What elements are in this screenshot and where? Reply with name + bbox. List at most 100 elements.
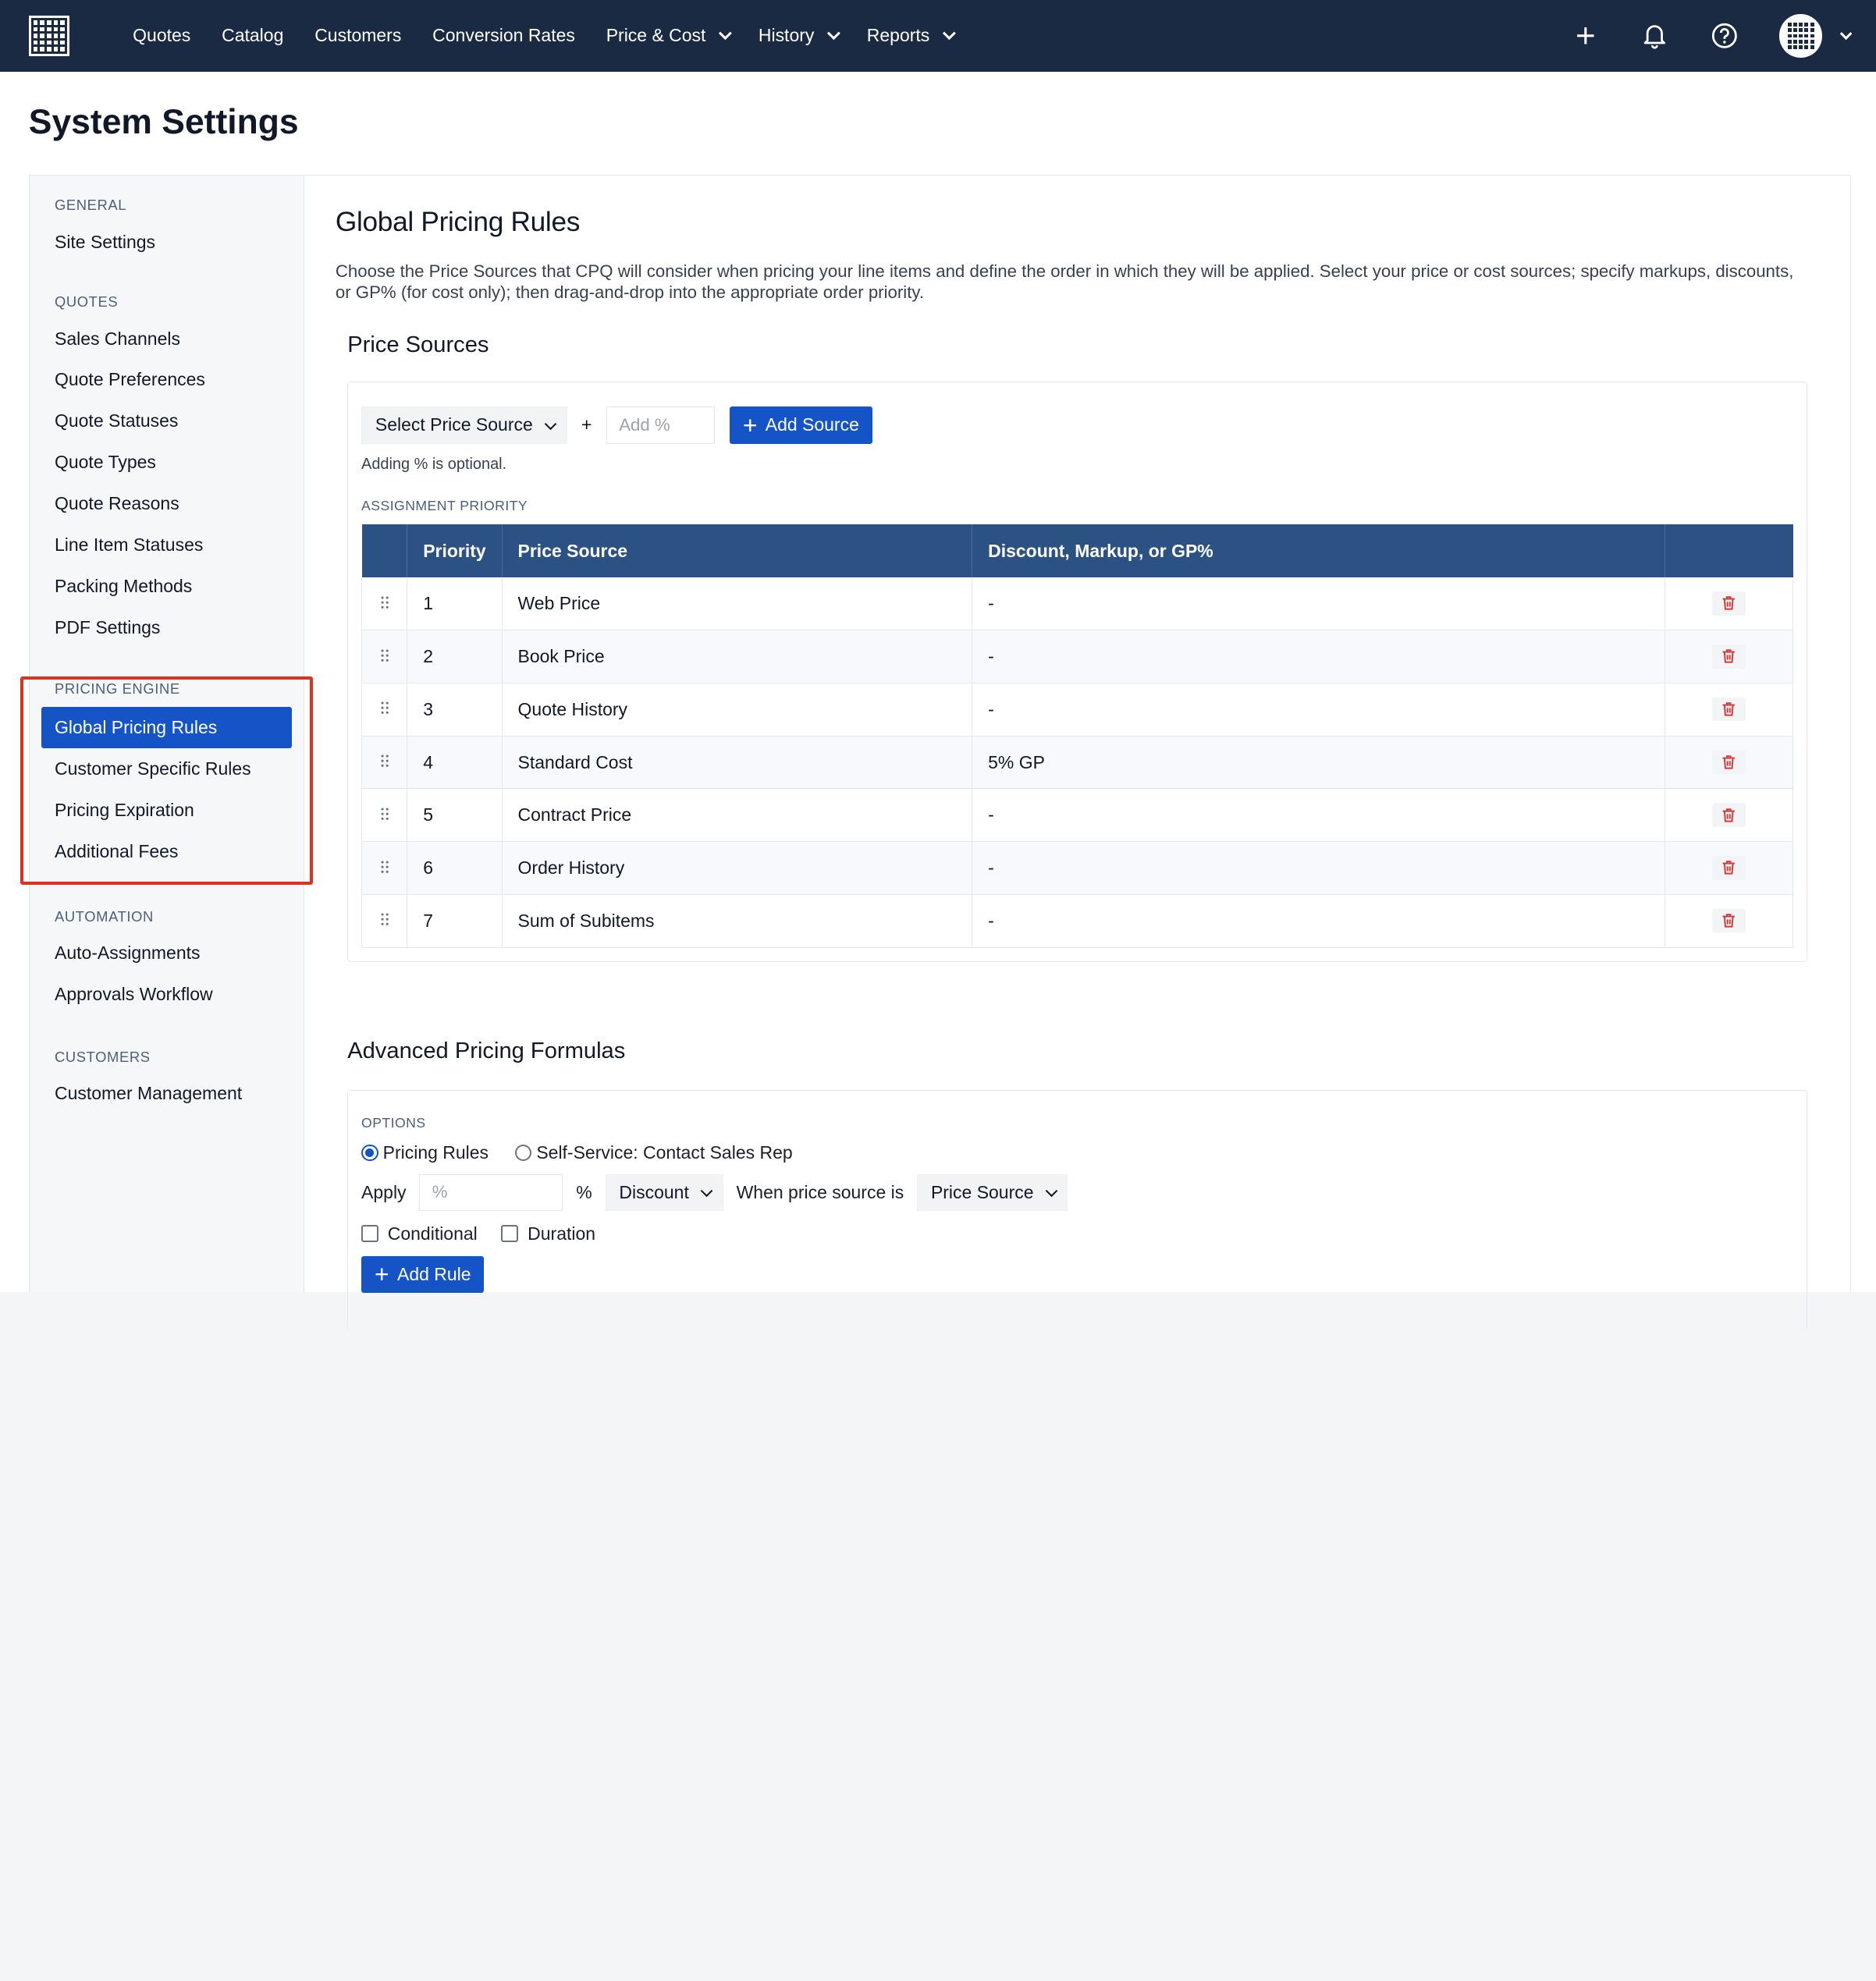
col-actions <box>1665 524 1793 577</box>
drag-handle-icon[interactable] <box>361 841 408 896</box>
duration-label: Duration <box>528 1223 596 1244</box>
add-rule-label: Add Rule <box>397 1264 471 1285</box>
trash-icon[interactable] <box>1712 644 1746 669</box>
nav-catalog-label: Catalog <box>222 25 284 46</box>
col-adjustment: Discount, Markup, or GP% <box>972 524 1665 577</box>
apply-percent-input[interactable]: % <box>419 1173 563 1212</box>
chevron-down-icon <box>545 417 557 430</box>
nav-actions <box>1571 14 1852 58</box>
app-logo-icon[interactable] <box>28 15 69 57</box>
add-rule-button[interactable]: Add Rule <box>361 1255 485 1294</box>
sidebar-item-auto-assignments[interactable]: Auto-Assignments <box>30 932 304 974</box>
sidebar-group-customers: CUSTOMERS <box>54 1048 151 1065</box>
account-menu[interactable] <box>1779 14 1852 58</box>
percent-hint: Adding % is optional. <box>361 456 507 473</box>
trash-icon[interactable] <box>1712 591 1746 616</box>
help-icon[interactable] <box>1710 22 1739 51</box>
sidebar-item-pdf-settings[interactable]: PDF Settings <box>30 607 304 648</box>
radio-self-service[interactable]: Self-Service: Contact Sales Rep <box>514 1142 793 1163</box>
col-price-source: Price Source <box>502 524 973 577</box>
chevron-down-icon <box>701 1184 713 1197</box>
table-row[interactable]: 4 Standard Cost 5% GP <box>361 736 1794 790</box>
table-row[interactable]: 1 Web Price - <box>361 577 1794 631</box>
nav-price-cost[interactable]: Price & Cost <box>591 25 743 46</box>
drag-handle-icon[interactable] <box>361 577 408 631</box>
col-drag <box>361 524 408 577</box>
add-percent-placeholder: Add % <box>619 414 670 435</box>
sidebar-item-additional-fees[interactable]: Additional Fees <box>30 831 304 872</box>
advanced-formulas-card: OPTIONS Pricing Rules Self-Service: Cont… <box>347 1090 1807 1330</box>
sidebar-item-quote-preferences[interactable]: Quote Preferences <box>30 359 304 400</box>
rule-price-source-select[interactable]: Price Source <box>917 1173 1068 1212</box>
main-content: Global Pricing Rules Choose the Price So… <box>304 176 1850 1330</box>
price-source-select[interactable]: Select Price Source <box>361 406 567 444</box>
conditional-checkbox[interactable]: Conditional <box>361 1223 478 1244</box>
nav-history[interactable]: History <box>743 25 851 46</box>
sidebar-item-customer-management[interactable]: Customer Management <box>30 1073 304 1114</box>
row-adjustment: - <box>972 894 1665 948</box>
checkbox-icon <box>361 1225 378 1242</box>
nav-customers[interactable]: Customers <box>299 25 417 46</box>
trash-icon[interactable] <box>1712 697 1746 722</box>
chevron-down-icon <box>718 27 732 41</box>
sidebar-item-line-item-statuses[interactable]: Line Item Statuses <box>30 524 304 566</box>
drag-handle-icon[interactable] <box>361 788 408 843</box>
sidebar-group-automation: AUTOMATION <box>54 907 154 925</box>
trash-icon[interactable] <box>1712 908 1746 933</box>
nav-links: Quotes Catalog Customers Conversion Rate… <box>117 25 967 46</box>
chevron-down-icon <box>1045 1184 1057 1197</box>
options-radio-group: Pricing Rules Self-Service: Contact Sale… <box>361 1142 1793 1163</box>
sidebar-item-site-settings[interactable]: Site Settings <box>30 222 304 263</box>
nav-quotes-label: Quotes <box>133 25 191 46</box>
adjustment-type-select[interactable]: Discount <box>605 1173 723 1212</box>
sidebar-item-pricing-expiration[interactable]: Pricing Expiration <box>30 790 304 831</box>
advanced-formulas-title: Advanced Pricing Formulas <box>347 1038 626 1063</box>
table-row[interactable]: 2 Book Price - <box>361 630 1794 683</box>
sidebar-item-quote-statuses[interactable]: Quote Statuses <box>30 400 304 442</box>
table-row[interactable]: 3 Quote History - <box>361 683 1794 737</box>
row-priority: 1 <box>407 577 503 631</box>
nav-catalog[interactable]: Catalog <box>206 25 299 46</box>
add-percent-input[interactable]: Add % <box>606 406 716 444</box>
nav-customers-label: Customers <box>314 25 402 46</box>
apply-percent-placeholder: % <box>432 1182 448 1202</box>
plus-icon[interactable] <box>1571 22 1600 51</box>
table-row[interactable]: 7 Sum of Subitems - <box>361 894 1794 948</box>
sidebar-item-global-pricing-rules[interactable]: Global Pricing Rules <box>41 707 292 749</box>
drag-handle-icon[interactable] <box>361 630 408 683</box>
trash-icon[interactable] <box>1712 803 1746 827</box>
row-price-source: Contract Price <box>502 788 973 843</box>
duration-checkbox[interactable]: Duration <box>501 1223 595 1244</box>
nav-reports[interactable]: Reports <box>851 25 967 46</box>
nav-quotes[interactable]: Quotes <box>117 25 206 46</box>
trash-icon[interactable] <box>1712 855 1746 880</box>
page: Quotes Catalog Customers Conversion Rate… <box>0 0 1876 1330</box>
checkbox-icon <box>501 1225 518 1242</box>
radio-pricing-rules[interactable]: Pricing Rules <box>361 1142 489 1163</box>
drag-handle-icon[interactable] <box>361 736 408 790</box>
trash-icon[interactable] <box>1712 750 1746 775</box>
plus-sign: + <box>581 414 592 435</box>
table-row[interactable]: 5 Contract Price - <box>361 788 1794 843</box>
drag-handle-icon[interactable] <box>361 894 408 948</box>
adjustment-type-label: Discount <box>619 1181 689 1202</box>
sidebar-item-packing-methods[interactable]: Packing Methods <box>30 566 304 607</box>
sidebar-item-customer-specific-rules[interactable]: Customer Specific Rules <box>30 748 304 790</box>
row-adjustment: 5% GP <box>972 736 1665 790</box>
table-row[interactable]: 6 Order History - <box>361 841 1794 896</box>
sidebar-item-quote-types[interactable]: Quote Types <box>30 442 304 483</box>
row-actions <box>1665 894 1794 948</box>
nav-conversion-rates[interactable]: Conversion Rates <box>417 25 591 46</box>
add-source-button[interactable]: Add Source <box>729 406 872 444</box>
nav-history-label: History <box>758 25 815 46</box>
bell-icon[interactable] <box>1640 22 1669 51</box>
add-source-controls: Select Price Source + Add % Add Source <box>361 406 1793 444</box>
row-adjustment: - <box>972 683 1665 737</box>
sidebar-item-approvals-workflow[interactable]: Approvals Workflow <box>30 974 304 1015</box>
sidebar-item-sales-channels[interactable]: Sales Channels <box>30 318 304 360</box>
avatar <box>1779 14 1823 58</box>
plus-icon <box>744 419 756 431</box>
row-adjustment: - <box>972 577 1665 631</box>
drag-handle-icon[interactable] <box>361 683 408 737</box>
sidebar-item-quote-reasons[interactable]: Quote Reasons <box>30 483 304 524</box>
